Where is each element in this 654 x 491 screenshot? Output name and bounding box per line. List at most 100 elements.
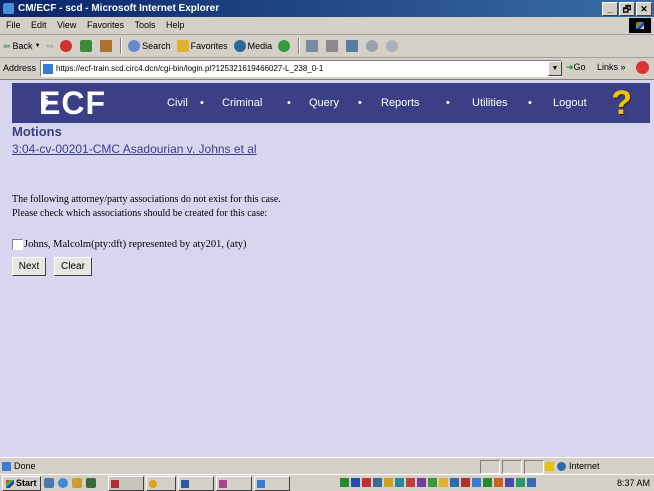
go-label: Go [573, 62, 586, 72]
status-pane [524, 460, 544, 474]
address-input[interactable]: https://ecf-train.scd.circ4.dcn/cgi-bin/… [40, 60, 562, 77]
nav-civil[interactable]: Civil [167, 97, 188, 109]
go-button[interactable]: ➔Go [566, 62, 586, 73]
tray-icon[interactable] [505, 478, 514, 487]
nav-reports[interactable]: Reports [381, 97, 420, 109]
ecf-logo[interactable]: CM ECF [27, 85, 106, 121]
links-label: Links [597, 62, 619, 72]
tray-icon[interactable] [527, 478, 536, 487]
status-bar: Done Internet [0, 457, 654, 474]
taskbar-app[interactable] [178, 476, 214, 491]
association-checkbox[interactable] [12, 239, 23, 250]
links-button[interactable]: Links » [597, 62, 626, 72]
tray-icon[interactable] [384, 478, 393, 487]
nav-criminal[interactable]: Criminal [222, 97, 262, 109]
refresh-button[interactable] [80, 40, 94, 52]
menu-file[interactable]: File [2, 17, 25, 34]
address-bar: Address https://ecf-train.scd.circ4.dcn/… [0, 58, 654, 80]
media-label: Media [247, 41, 273, 51]
tray-icon[interactable] [340, 478, 349, 487]
menu-edit[interactable]: Edit [27, 17, 51, 34]
menu-help[interactable]: Help [162, 17, 189, 34]
ie-quicklaunch-icon[interactable] [58, 478, 68, 488]
messenger-button[interactable] [386, 40, 400, 52]
back-label: Back [12, 41, 33, 51]
clear-button[interactable]: Clear [54, 257, 92, 276]
association-label: Johns, Malcolm(pty:dft) represented by a… [24, 239, 247, 250]
favorites-button[interactable]: Favorites [176, 40, 228, 52]
status-pane [480, 460, 500, 474]
favorites-icon [176, 40, 189, 52]
address-dropdown-button[interactable]: ▼ [548, 61, 562, 76]
taskbar-app[interactable] [216, 476, 252, 491]
tray-icon[interactable] [428, 478, 437, 487]
mail-button[interactable] [306, 40, 320, 52]
back-arrow-icon: ⇦ [3, 40, 11, 51]
taskbar-app[interactable] [254, 476, 290, 491]
close-button[interactable]: ✕ [636, 2, 652, 16]
start-label: Start [16, 478, 37, 488]
help-icon[interactable]: ? [611, 85, 632, 121]
home-button[interactable] [100, 40, 114, 52]
toolbar-extension-icon[interactable] [636, 61, 649, 74]
mail-icon [306, 40, 319, 52]
edit-icon [346, 40, 359, 52]
forward-button[interactable]: ⇨ [47, 41, 55, 52]
tray-icon[interactable] [461, 478, 470, 487]
tray-icon[interactable] [472, 478, 481, 487]
tray-icon[interactable] [362, 478, 371, 487]
tray-icon[interactable] [494, 478, 503, 487]
discuss-button[interactable] [366, 40, 380, 52]
restore-button[interactable]: 🗗 [619, 2, 635, 16]
messenger-icon [386, 40, 399, 52]
tray-icon[interactable] [406, 478, 415, 487]
tray-icon[interactable] [439, 478, 448, 487]
tray-icon[interactable] [373, 478, 382, 487]
tray-icon[interactable] [450, 478, 459, 487]
association-message-line1: The following attorney/party association… [12, 194, 281, 205]
stop-button[interactable] [60, 40, 74, 52]
taskbar-app[interactable] [108, 476, 144, 491]
taskbar-clock: 8:37 AM [616, 478, 650, 488]
nav-separator: • [200, 97, 204, 109]
print-button[interactable] [326, 40, 340, 52]
address-label: Address [3, 63, 37, 73]
media-player-icon[interactable] [86, 478, 96, 488]
association-row: Johns, Malcolm(pty:dft) represented by a… [12, 239, 246, 250]
nav-query[interactable]: Query [309, 97, 339, 109]
tray-icon[interactable] [351, 478, 360, 487]
minimize-button[interactable]: _ [602, 2, 618, 16]
search-icon [128, 40, 141, 52]
search-label: Search [142, 41, 171, 51]
toolbar-separator [298, 38, 301, 54]
refresh-icon [80, 40, 93, 52]
next-button[interactable]: Next [12, 257, 46, 276]
tray-icon[interactable] [483, 478, 492, 487]
menu-tools[interactable]: Tools [130, 17, 159, 34]
discuss-icon [366, 40, 379, 52]
history-button[interactable] [278, 40, 292, 52]
status-pane [502, 460, 522, 474]
outlook-icon[interactable] [72, 478, 82, 488]
nav-logout[interactable]: Logout [553, 97, 587, 109]
system-tray [340, 478, 536, 487]
taskbar-app[interactable] [146, 476, 176, 491]
logo-cm: CM [40, 94, 51, 108]
nav-utilities[interactable]: Utilities [472, 97, 507, 109]
menu-favorites[interactable]: Favorites [83, 17, 128, 34]
edit-button[interactable] [346, 40, 360, 52]
media-button[interactable]: Media [233, 40, 273, 52]
search-button[interactable]: Search [128, 40, 171, 52]
windows-logo-icon [6, 479, 14, 488]
address-url: https://ecf-train.scd.circ4.dcn/cgi-bin/… [56, 64, 324, 73]
app-icon [257, 479, 265, 488]
tray-icon[interactable] [417, 478, 426, 487]
tray-icon[interactable] [395, 478, 404, 487]
menu-view[interactable]: View [53, 17, 80, 34]
desktop-icon[interactable] [44, 478, 54, 488]
start-button[interactable]: Start [2, 476, 41, 491]
tray-icon[interactable] [516, 478, 525, 487]
back-button[interactable]: ⇦ Back ▼ [3, 41, 41, 52]
case-link[interactable]: 3:04-cv-00201-CMC Asadourian v. Johns et… [12, 142, 257, 156]
toolbar-separator [120, 38, 123, 54]
